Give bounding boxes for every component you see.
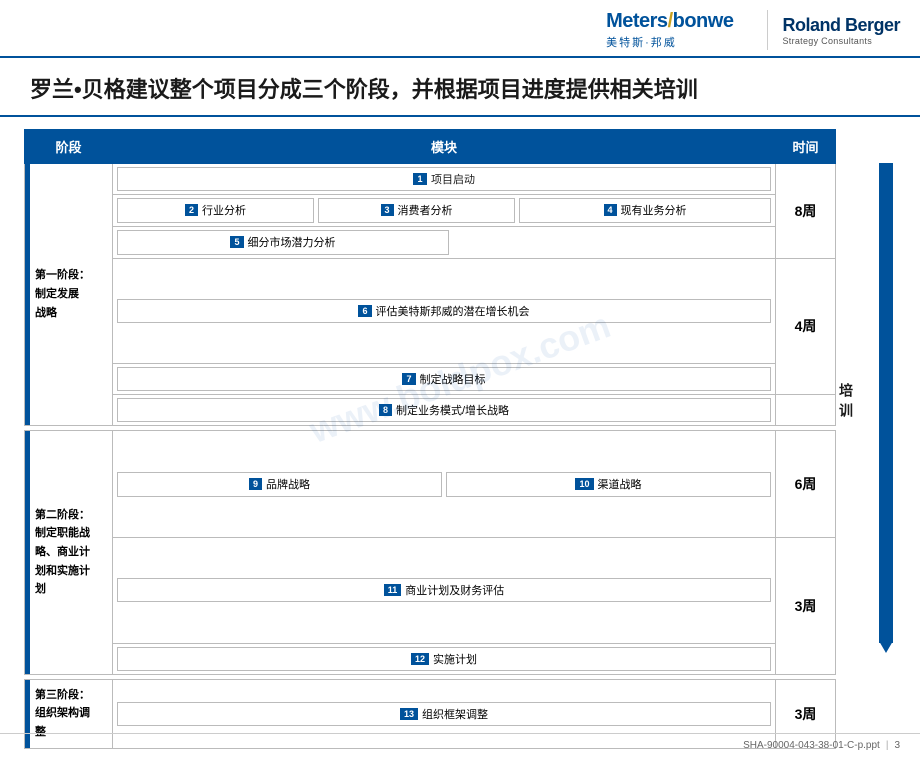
col-header-module: 模块 <box>113 129 776 163</box>
phase-1-row: 第一阶段： 制定发展 战略 1 项目启动 8周 培训 <box>25 163 897 194</box>
time-empty-1 <box>776 395 836 426</box>
module-12-label: 实施计划 <box>433 651 477 667</box>
module-12-box: 12 实施计划 <box>117 647 771 671</box>
time-6w: 6周 <box>776 431 836 538</box>
module-12-cell: 12 实施计划 <box>113 643 776 674</box>
module-6-cell: 6 评估美特斯邦威的潜在增长机会 <box>113 258 776 364</box>
phase-2-row-2: 11 商业计划及财务评估 3周 <box>25 537 897 643</box>
arrow-col <box>876 163 896 643</box>
module-7-num: 7 <box>402 373 415 385</box>
module-2-box: 2 行业分析 <box>117 198 314 223</box>
time-3w-1: 3周 <box>776 537 836 674</box>
page-title: 罗兰•贝格建议整个项目分成三个阶段，并根据项目进度提供相关培训 <box>30 76 890 105</box>
module-8-label: 制定业务模式/增长战略 <box>396 402 509 418</box>
module-9-box: 9 品牌战略 <box>117 472 442 497</box>
module-10-box: 10 渠道战略 <box>446 472 771 497</box>
col-header-phase: 阶段 <box>25 129 113 163</box>
module-4-num: 4 <box>604 204 617 216</box>
logo-metersbonwe: Meters/bonwe 美特斯·邦威 <box>606 10 733 50</box>
module-8-box: 8 制定业务模式/增长战略 <box>117 398 771 422</box>
logo-metersbonwe-cn: 美特斯·邦威 <box>606 34 733 50</box>
footer-divider: | <box>886 740 889 751</box>
module-3-box: 3 消费者分析 <box>318 198 515 223</box>
module-9-num: 9 <box>249 478 262 490</box>
module-13-box: 13 组织框架调整 <box>117 702 771 726</box>
module-7-box: 7 制定战略目标 <box>117 367 771 391</box>
rb-name: Roland Berger <box>782 15 900 36</box>
col-header-training <box>836 129 877 163</box>
module-5-spacer <box>453 230 771 255</box>
module-10-label: 渠道战略 <box>598 476 642 492</box>
module-2-label: 行业分析 <box>202 202 246 218</box>
module-7-cell: 7 制定战略目标 <box>113 364 776 395</box>
title-area: 罗兰•贝格建议整个项目分成三个阶段，并根据项目进度提供相关培训 <box>0 58 920 117</box>
phase-2-row: 第二阶段：制定职能战略、商业计划和实施计划 9 品牌战略 10 渠道战略 <box>25 431 897 538</box>
phase-1-label: 第一阶段： 制定发展 战略 <box>25 163 113 426</box>
module-2-4-cell: 2 行业分析 3 消费者分析 4 现有业务分析 <box>113 194 776 226</box>
table-header: 阶段 模块 时间 <box>25 129 897 163</box>
training-label-cell: 培训 <box>836 163 877 643</box>
module-10-num: 10 <box>575 478 593 490</box>
module-6-num: 6 <box>358 305 371 317</box>
main-table: 阶段 模块 时间 第一阶段： 制定发展 战略 1 项目启动 <box>24 129 896 749</box>
time-4w: 4周 <box>776 258 836 395</box>
module-8-num: 8 <box>379 404 392 416</box>
phase-1-row-4: 6 评估美特斯邦威的潜在增长机会 4周 <box>25 258 897 364</box>
module-9-10-row: 9 品牌战略 10 渠道战略 <box>117 472 771 497</box>
module-3-label: 消费者分析 <box>398 202 453 218</box>
module-6-box: 6 评估美特斯邦威的潜在增长机会 <box>117 299 771 323</box>
module-5-num: 5 <box>230 236 243 248</box>
logo-rolandberger: Roland Berger Strategy Consultants <box>782 15 900 46</box>
module-11-label: 商业计划及财务评估 <box>405 582 504 598</box>
module-11-num: 11 <box>384 584 402 596</box>
phase-2-row-3: 12 实施计划 <box>25 643 897 674</box>
module-6-label: 评估美特斯邦威的潜在增长机会 <box>376 303 530 319</box>
footer-file-ref: SHA-90004-043-38-01-C-p.ppt <box>743 740 880 751</box>
header: Meters/bonwe 美特斯·邦威 Roland Berger Strate… <box>0 0 920 58</box>
module-9-label: 品牌战略 <box>266 476 310 492</box>
module-12-num: 12 <box>411 653 429 665</box>
module-11-cell: 11 商业计划及财务评估 <box>113 537 776 643</box>
module-1-num: 1 <box>413 173 427 185</box>
module-8-cell: 8 制定业务模式/增长战略 <box>113 395 776 426</box>
module-11-box: 11 商业计划及财务评估 <box>117 578 771 602</box>
phase-1-row-6: 8 制定业务模式/增长战略 <box>25 395 897 426</box>
col-header-arrow <box>876 129 896 163</box>
module-13-num: 13 <box>400 708 418 720</box>
col-header-time: 时间 <box>776 129 836 163</box>
phase-1-row-2: 2 行业分析 3 消费者分析 4 现有业务分析 <box>25 194 897 226</box>
module-13-label: 组织框架调整 <box>422 706 488 722</box>
time-8w: 8周 <box>776 163 836 258</box>
module-2-4-row: 2 行业分析 3 消费者分析 4 现有业务分析 <box>117 198 771 223</box>
module-1-label: 项目启动 <box>431 171 475 187</box>
rb-subtitle: Strategy Consultants <box>782 36 872 46</box>
phase-1-row-3: 5 细分市场潜力分析 <box>25 226 897 258</box>
module-7-label: 制定战略目标 <box>420 371 486 387</box>
phase-2-label: 第二阶段：制定职能战略、商业计划和实施计划 <box>25 431 113 674</box>
module-3-num: 3 <box>381 204 394 216</box>
module-5-row: 5 细分市场潜力分析 <box>117 230 771 255</box>
module-1-box: 1 项目启动 <box>117 167 771 191</box>
training-text: 培训 <box>836 383 856 423</box>
module-1-cell: 1 项目启动 <box>113 163 776 194</box>
footer-page-num: 3 <box>894 740 900 751</box>
phase-1-row-5: 7 制定战略目标 <box>25 364 897 395</box>
module-5-label: 细分市场潜力分析 <box>248 234 336 250</box>
module-4-box: 4 现有业务分析 <box>519 198 771 223</box>
module-4-label: 现有业务分析 <box>621 202 687 218</box>
module-5-cell: 5 细分市场潜力分析 <box>113 226 776 258</box>
module-5-box: 5 细分市场潜力分析 <box>117 230 449 255</box>
module-9-10-cell: 9 品牌战略 10 渠道战略 <box>113 431 776 538</box>
module-2-num: 2 <box>185 204 198 216</box>
footer: SHA-90004-043-38-01-C-p.ppt | 3 <box>0 733 920 757</box>
